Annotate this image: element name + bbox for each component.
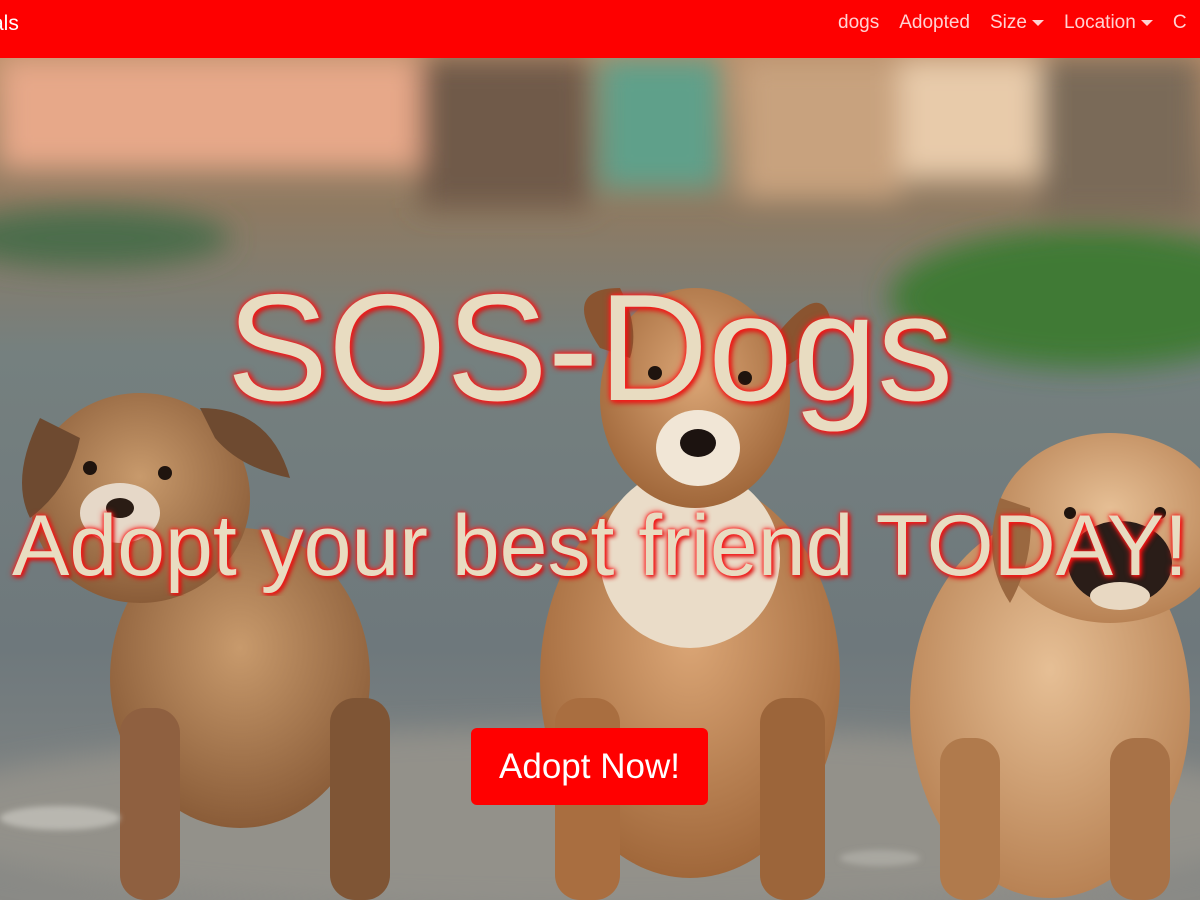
nav-link-dogs-label: dogs: [838, 12, 880, 33]
hero-title: SOS-Dogs: [226, 263, 954, 433]
brand-logo-text[interactable]: als: [0, 12, 19, 36]
nav-link-dogs[interactable]: dogs: [838, 11, 879, 35]
caret-down-icon: [1031, 20, 1044, 26]
nav-dropdown-location[interactable]: Location: [1064, 11, 1153, 35]
nav-link-adopted-label: Adopted: [899, 12, 970, 33]
caret-down-icon: [1140, 20, 1153, 26]
hero-subtitle: Adopt your best friend TODAY!: [12, 498, 1188, 594]
adopt-now-button[interactable]: Adopt Now!: [471, 728, 708, 805]
nav-dropdown-size[interactable]: Size: [990, 11, 1044, 35]
nav-link-truncated[interactable]: C: [1173, 11, 1187, 35]
nav-dropdown-location-label: Location: [1063, 12, 1136, 33]
top-navbar: als dogs Adopted Size Location C: [0, 0, 1200, 58]
nav-dropdown-size-label: Size: [990, 12, 1027, 33]
hero-section: SOS-Dogs Adopt your best friend TODAY! A…: [0, 58, 1200, 900]
nav-link-truncated-label: C: [1172, 12, 1187, 33]
nav-link-adopted[interactable]: Adopted: [899, 11, 970, 35]
nav-links: dogs Adopted Size Location C: [838, 11, 1200, 35]
